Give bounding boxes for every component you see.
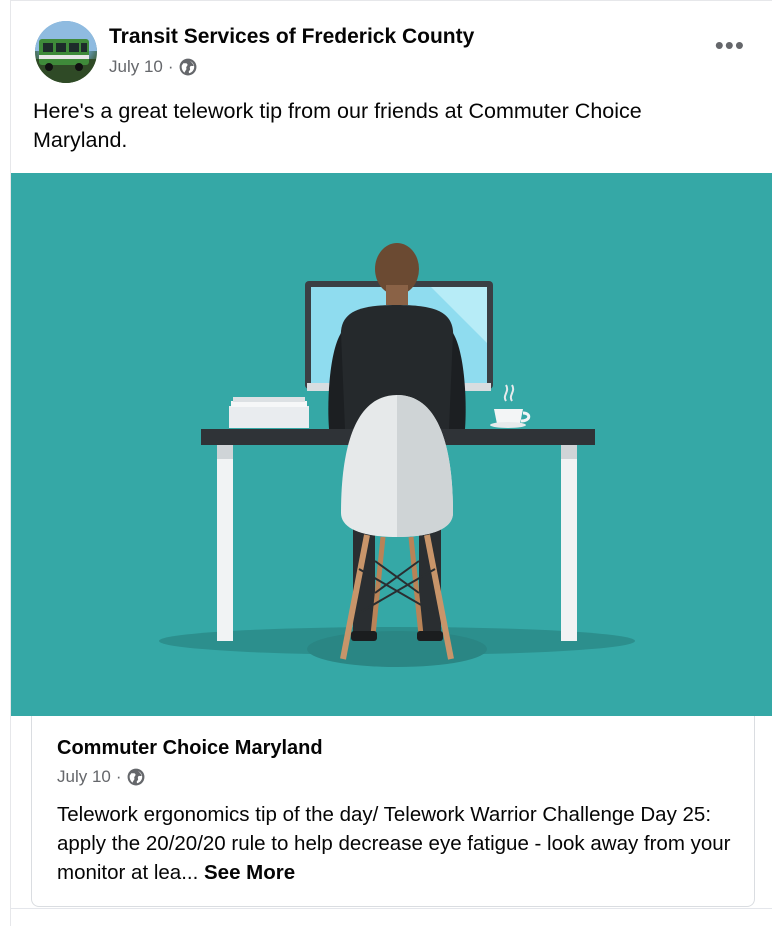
see-more-link[interactable]: See More — [204, 861, 295, 884]
post-meta: July 10 · — [109, 57, 197, 77]
shared-post-text: Telework ergonomics tip of the day/ Tele… — [57, 800, 747, 887]
post-card: Transit Services of Frederick County Jul… — [10, 0, 772, 926]
globe-icon — [127, 768, 144, 786]
shared-post-body: Telework ergonomics tip of the day/ Tele… — [57, 803, 731, 884]
more-options-button[interactable]: ••• — [715, 32, 745, 58]
post-divider — [11, 908, 772, 909]
bus-avatar-image — [35, 21, 97, 83]
post-image[interactable] — [11, 173, 772, 716]
globe-icon — [179, 58, 196, 76]
post-message: Here's a great telework tip from our fri… — [33, 99, 642, 152]
shared-meta-separator: · — [115, 767, 122, 786]
shared-post-meta: July 10 · — [57, 767, 145, 787]
page-avatar[interactable] — [35, 21, 97, 83]
shared-post-card[interactable]: Commuter Choice Maryland July 10 · Telew… — [31, 716, 755, 907]
telework-illustration — [11, 173, 772, 716]
shared-post-author[interactable]: Commuter Choice Maryland — [57, 737, 323, 760]
post-date[interactable]: July 10 — [109, 57, 163, 77]
shared-post-date[interactable]: July 10 — [57, 767, 111, 787]
meta-separator: · — [167, 57, 174, 76]
post-author[interactable]: Transit Services of Frederick County — [109, 25, 474, 49]
